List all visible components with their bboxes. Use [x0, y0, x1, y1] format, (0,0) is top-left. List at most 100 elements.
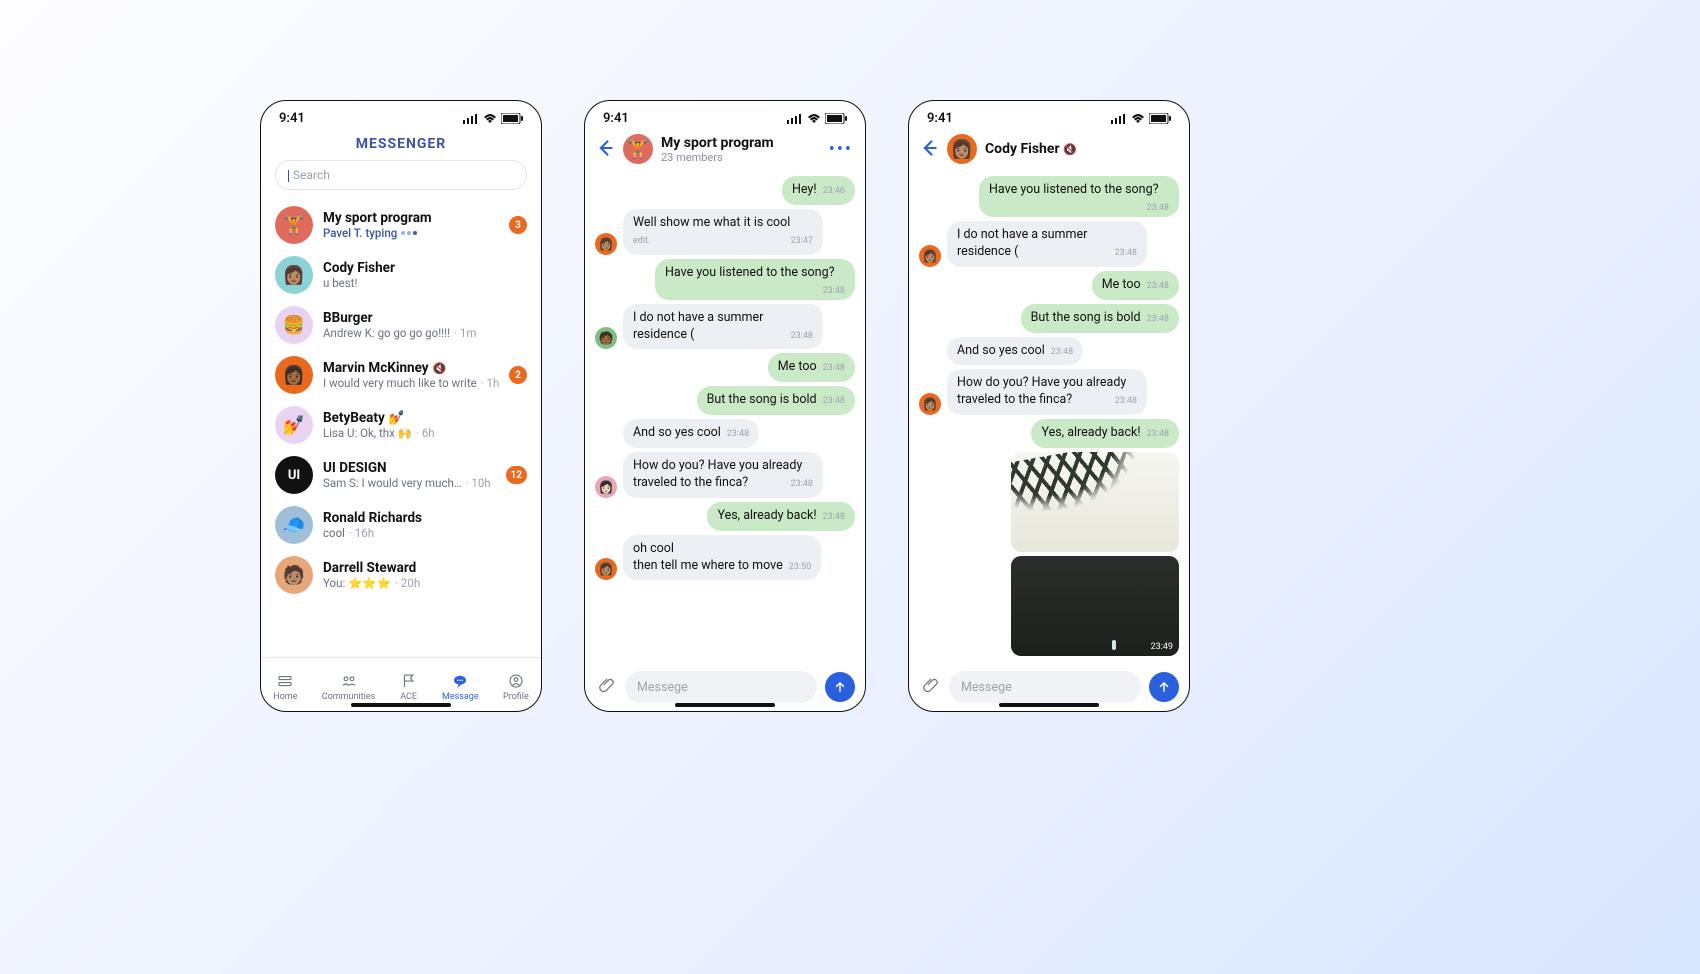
message-bubble[interactable]: But the song is bold23:48	[1021, 304, 1179, 333]
message-text: I do not have a summer residence (	[957, 227, 1087, 259]
chat-item[interactable]: UIUI DESIGNSam S: I would very much… · 1…	[261, 450, 541, 500]
send-button[interactable]	[1149, 672, 1179, 702]
chat-item[interactable]: 🏋️My sport programPavel T. typing3	[261, 200, 541, 250]
chat-avatar[interactable]: 👩🏽	[947, 134, 977, 164]
chat-text: Darrell StewardYou: ⭐⭐⭐ · 20h	[323, 560, 527, 590]
chat-text: My sport programPavel T. typing	[323, 210, 499, 240]
message-bubble[interactable]: oh coolthen tell me where to move23:50	[623, 535, 821, 581]
message-bubble[interactable]: I do not have a summer residence ( 23:48	[947, 221, 1147, 267]
battery-icon	[501, 113, 523, 124]
avatar: 👩🏽	[919, 393, 941, 415]
message-bubble[interactable]: Have you listened to the song?23:48	[655, 259, 855, 300]
message-row: 🧑🏾I do not have a summer residence (23:4…	[595, 304, 855, 350]
screen-group-chat: 9:41 🏋️ My sport program 23 members ••• …	[584, 100, 866, 712]
chat-item[interactable]: 🧑🏽Darrell StewardYou: ⭐⭐⭐ · 20h	[261, 550, 541, 600]
back-button[interactable]	[919, 138, 939, 161]
message-bubble[interactable]: I do not have a summer residence (23:48	[623, 304, 823, 350]
message-bubble[interactable]: But the song is bold23:48	[697, 386, 855, 415]
tab-home[interactable]: Home	[273, 672, 297, 702]
message-row: Have you listened to the song?23:48	[595, 259, 855, 300]
message-time: 23:48	[823, 511, 845, 523]
chat-sub: Sam S: I would very much… · 10h	[323, 476, 496, 490]
tab-communities[interactable]: Communities	[322, 672, 375, 702]
message-text: oh coolthen tell me where to move	[633, 541, 783, 573]
message-row: Yes, already back! 23:48	[595, 502, 855, 531]
more-button[interactable]: •••	[829, 139, 853, 160]
message-input[interactable]: Messege	[625, 671, 817, 703]
wifi-icon	[1131, 114, 1145, 124]
status-bar: 9:41	[261, 101, 541, 132]
message-time: 23:48	[1147, 428, 1169, 440]
message-bubble[interactable]: Well show me what it is cool edit.23:47	[623, 209, 823, 255]
message-text: Me too	[1102, 277, 1141, 292]
tab-profile[interactable]: Profile	[503, 672, 529, 702]
message-row: Me too23:48	[919, 271, 1179, 300]
tab-message[interactable]: Message	[442, 672, 479, 702]
message-list[interactable]: Hey!23:46 👩🏽 Well show me what it is cool …	[585, 170, 865, 663]
message-bubble[interactable]: Yes, already back!23:48	[1031, 419, 1179, 448]
message-bubble[interactable]: Me too23:48	[1092, 271, 1179, 300]
chat-name: Marvin McKinney🔇	[323, 360, 499, 376]
avatar: 👩🏽	[595, 233, 617, 255]
message-text: Well show me what it is cool	[633, 215, 790, 230]
message-bubble[interactable]: How do you? Have you already traveled to…	[947, 369, 1147, 415]
chat-header-text[interactable]: My sport program 23 members	[661, 135, 774, 164]
message-input[interactable]: Messege	[949, 671, 1141, 703]
wifi-icon	[807, 114, 821, 124]
chat-title-text: Cody Fisher	[985, 141, 1060, 157]
chat-header-text[interactable]: Cody Fisher 🔇	[985, 141, 1077, 157]
chat-list: 🏋️My sport programPavel T. typing3👩🏽Cody…	[261, 200, 541, 657]
chat-avatar[interactable]: 🏋️	[623, 134, 653, 164]
status-time: 9:41	[927, 111, 953, 126]
attach-button[interactable]	[921, 675, 941, 699]
chat-item[interactable]: 🧢Ronald Richardscool · 16h	[261, 500, 541, 550]
send-button[interactable]	[825, 672, 855, 702]
avatar: 👩🏽	[595, 558, 617, 580]
search-input[interactable]: Search	[275, 160, 527, 190]
signal-icon	[787, 114, 803, 124]
message-bubble[interactable]: Me too23:48	[768, 353, 855, 382]
message-bubble[interactable]: Have you listened to the song?23:48	[979, 176, 1179, 217]
message-row: 👩🏽 I do not have a summer residence ( 23:4…	[919, 221, 1179, 267]
unread-badge: 3	[509, 216, 527, 234]
message-time: 23:46	[823, 185, 845, 197]
message-bubble[interactable]: Hey!23:46	[782, 176, 855, 205]
wifi-icon	[483, 114, 497, 124]
message-bubble[interactable]: How do you? Have you already traveled to…	[623, 452, 823, 498]
chat-item[interactable]: 👩🏾Marvin McKinney🔇I would very much like…	[261, 350, 541, 400]
message-list[interactable]: Have you listened to the song?23:48👩🏽I d…	[909, 170, 1189, 663]
chat-sub: Andrew K: go go go go!!!! · 1m	[323, 326, 527, 340]
back-button[interactable]	[595, 138, 615, 161]
profile-icon	[507, 672, 525, 690]
message-time: 23:48	[1115, 247, 1137, 259]
chat-item[interactable]: 🍔BBurgerAndrew K: go go go go!!!! · 1m	[261, 300, 541, 350]
avatar: 👩🏻	[595, 476, 617, 498]
muted-icon: 🔇	[433, 362, 447, 375]
message-text: Have you listened to the song?	[989, 182, 1159, 197]
chat-text: Cody Fisheru best!	[323, 260, 527, 290]
status-icons	[463, 113, 523, 124]
message-time: 23:48	[823, 285, 845, 297]
chat-item[interactable]: 👩🏽Cody Fisheru best!	[261, 250, 541, 300]
chat-sub: You: ⭐⭐⭐ · 20h	[323, 576, 527, 590]
screen-direct-chat: 9:41 👩🏽 Cody Fisher 🔇 Have you listened …	[908, 100, 1190, 712]
message-bubble[interactable]: And so yes cool23:48	[623, 419, 759, 448]
message-text: Yes, already back!	[717, 508, 816, 523]
status-time: 9:41	[279, 111, 305, 126]
home-indicator	[999, 703, 1099, 707]
message-row: Hey!23:46	[595, 176, 855, 205]
tab-ace[interactable]: ACE	[400, 672, 418, 702]
message-time: 23:48	[1147, 313, 1169, 325]
message-icon	[451, 672, 469, 690]
message-bubble[interactable]: And so yes cool23:48	[947, 337, 1083, 366]
message-bubble[interactable]: Yes, already back! 23:48	[707, 502, 855, 531]
chat-name: Cody Fisher	[323, 260, 527, 276]
image-message[interactable]	[1011, 452, 1179, 552]
avatar: 👩🏽	[919, 245, 941, 267]
image-message[interactable]: 23:49	[1011, 556, 1179, 656]
message-row: And so yes cool23:48	[595, 419, 855, 448]
attach-button[interactable]	[597, 675, 617, 699]
chat-item[interactable]: 💅BetyBeaty 💅Lisa U: Ok, thx 🙌 · 6h	[261, 400, 541, 450]
message-row: 👩🏽 Well show me what it is cool edit.23:4…	[595, 209, 855, 255]
tab-profile-label: Profile	[503, 692, 529, 702]
